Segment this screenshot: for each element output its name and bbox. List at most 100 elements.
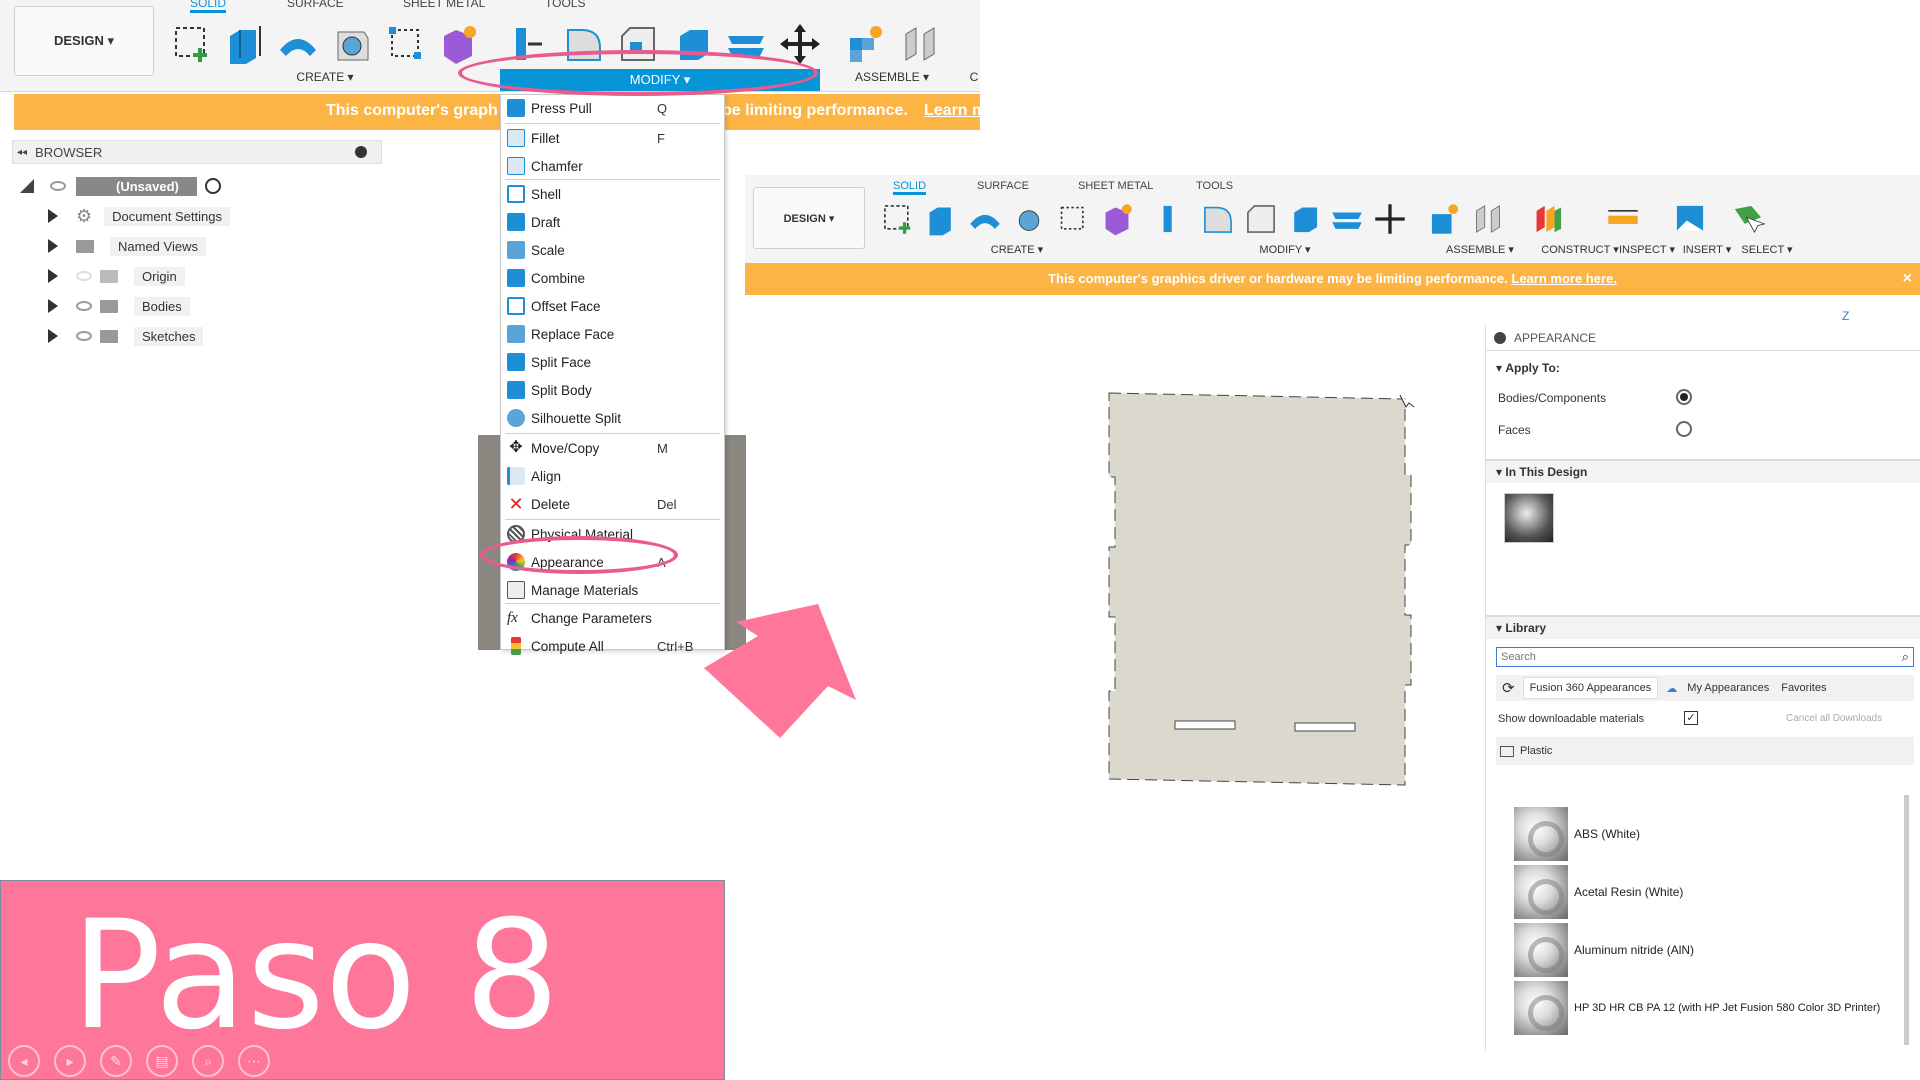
browser-minimize-icon[interactable]	[355, 146, 367, 158]
tab-my-appearances[interactable]: My Appearances	[1681, 678, 1775, 698]
cancel-downloads-link[interactable]: Cancel all Downloads	[1786, 713, 1882, 724]
extrude-icon[interactable]	[923, 201, 959, 237]
menu-item-move-copy[interactable]: ✥ Move/Copy M	[507, 435, 719, 461]
expand-triangle-icon[interactable]	[48, 209, 58, 223]
expand-triangle-icon[interactable]	[48, 269, 58, 283]
tab-favorites[interactable]: Favorites	[1775, 678, 1832, 698]
select-group-label[interactable]: SELECT ▾	[1727, 243, 1807, 256]
expand-triangle-icon[interactable]	[48, 329, 58, 343]
tab-solid[interactable]: SOLID	[190, 0, 227, 13]
radio-bodies-components[interactable]	[1676, 389, 1692, 405]
create-sketch-icon[interactable]	[170, 22, 214, 66]
assemble-group-label[interactable]: ASSEMBLE ▾	[1435, 243, 1525, 256]
apply-to-header[interactable]: ▾ Apply To:	[1486, 357, 1920, 379]
visibility-eye-icon[interactable]	[76, 331, 92, 341]
tab-surface[interactable]: SURFACE	[977, 180, 1029, 192]
tab-sheet-metal[interactable]: SHEET METAL	[1078, 180, 1153, 192]
radio-faces[interactable]	[1676, 421, 1692, 437]
material-row-abs[interactable]: ABS (White)	[1514, 806, 1894, 862]
menu-item-manage-materials[interactable]: Manage Materials	[507, 577, 719, 603]
show-downloadable-checkbox[interactable]: ✓	[1684, 711, 1698, 725]
design-button[interactable]: DESIGN ▾	[753, 187, 865, 249]
search-icon[interactable]: ⌕	[1902, 649, 1909, 665]
menu-item-change-parameters[interactable]: fx Change Parameters	[507, 605, 719, 631]
collapse-icon[interactable]: ◂◂	[17, 147, 27, 158]
close-icon[interactable]: ×	[1903, 263, 1912, 295]
form-icon[interactable]	[436, 22, 480, 66]
press-pull-icon[interactable]	[1157, 201, 1193, 237]
material-row-hp-pa12[interactable]: HP 3D HR CB PA 12 (with HP Jet Fusion 58…	[1514, 980, 1914, 1036]
joint-icon[interactable]	[1470, 201, 1506, 237]
material-row-acetal[interactable]: Acetal Resin (White)	[1514, 864, 1894, 920]
select-icon[interactable]	[1730, 201, 1766, 237]
nav-previous-icon[interactable]: ◂	[8, 1045, 40, 1077]
visibility-eye-icon[interactable]	[76, 301, 92, 311]
expanded-triangle-icon[interactable]	[20, 179, 34, 193]
menu-item-split-face[interactable]: Split Face	[507, 349, 719, 375]
library-scrollbar[interactable]	[1904, 795, 1909, 1045]
shell-icon[interactable]	[1286, 201, 1322, 237]
draft-icon[interactable]	[1329, 201, 1365, 237]
refresh-icon[interactable]: ⟳	[1502, 679, 1515, 697]
sweep-icon[interactable]	[330, 22, 374, 66]
menu-item-shell[interactable]: Shell	[507, 181, 719, 207]
joint-icon[interactable]	[898, 22, 942, 66]
pen-icon[interactable]: ✎	[100, 1045, 132, 1077]
library-header[interactable]: ▾ Library	[1486, 617, 1920, 639]
tree-row-named-views[interactable]: Named Views	[48, 234, 206, 258]
menu-item-chamfer[interactable]: Chamfer	[507, 153, 719, 179]
design-appearance-swatch[interactable]	[1504, 493, 1554, 543]
tree-row-bodies[interactable]: Bodies	[48, 294, 190, 318]
library-search-input[interactable]	[1497, 648, 1877, 666]
material-row-aluminum-nitride[interactable]: Aluminum nitride (AlN)	[1514, 922, 1894, 978]
fillet-icon[interactable]	[1200, 201, 1236, 237]
in-design-header[interactable]: ▾ In This Design	[1486, 461, 1920, 483]
menu-item-combine[interactable]: Combine	[507, 265, 719, 291]
tree-row-root[interactable]: (Unsaved)	[20, 174, 221, 198]
library-search-box[interactable]: ⌕	[1496, 647, 1914, 667]
new-component-icon[interactable]	[1427, 201, 1463, 237]
slides-icon[interactable]: ▤	[146, 1045, 178, 1077]
new-component-icon[interactable]	[844, 22, 888, 66]
move-icon[interactable]	[1372, 201, 1408, 237]
hidden-eye-icon[interactable]	[76, 271, 92, 281]
assemble-group-label[interactable]: ASSEMBLE ▾	[832, 70, 952, 84]
menu-item-align[interactable]: Align	[507, 463, 719, 489]
menu-item-offset-face[interactable]: Offset Face	[507, 293, 719, 319]
create-group-label[interactable]: CREATE ▾	[977, 243, 1057, 256]
menu-item-delete[interactable]: ✕ Delete Del	[507, 491, 719, 517]
menu-item-scale[interactable]: Scale	[507, 237, 719, 263]
warning-learn-more-link[interactable]: Learn more here.	[1511, 271, 1617, 286]
construct-plane-icon[interactable]	[1530, 201, 1566, 237]
tab-surface[interactable]: SURFACE	[287, 0, 344, 10]
tab-tools[interactable]: TOOLS	[1196, 180, 1233, 192]
menu-item-compute-all[interactable]: Compute All Ctrl+B	[507, 633, 719, 659]
rib-icon[interactable]	[1055, 201, 1091, 237]
tab-tools[interactable]: TOOLS	[545, 0, 585, 10]
nav-next-icon[interactable]: ▸	[54, 1045, 86, 1077]
rib-icon[interactable]	[384, 22, 428, 66]
modify-group-label[interactable]: MODIFY ▾	[1245, 243, 1325, 256]
menu-item-draft[interactable]: Draft	[507, 209, 719, 235]
menu-item-fillet[interactable]: Fillet F	[507, 125, 719, 151]
tab-sheet-metal[interactable]: SHEET METAL	[403, 0, 485, 10]
menu-item-split-body[interactable]: Split Body	[507, 377, 719, 403]
design-button[interactable]: DESIGN ▾	[14, 6, 154, 76]
expand-triangle-icon[interactable]	[48, 239, 58, 253]
form-icon[interactable]	[1099, 201, 1135, 237]
visibility-eye-icon[interactable]	[50, 181, 66, 191]
tree-row-sketches[interactable]: Sketches	[48, 324, 204, 348]
revolve-icon[interactable]	[967, 201, 1003, 237]
extrude-icon[interactable]	[222, 22, 266, 66]
zoom-icon[interactable]: ⌕	[192, 1045, 224, 1077]
revolve-icon[interactable]	[276, 22, 320, 66]
create-sketch-icon[interactable]	[880, 201, 916, 237]
warning-learn-more-link[interactable]: Learn m	[924, 102, 980, 120]
more-options-icon[interactable]: ⋯	[238, 1045, 270, 1077]
construct-group-label-partial[interactable]: C	[968, 70, 980, 84]
measure-icon[interactable]	[1605, 201, 1641, 237]
tree-row-document-settings[interactable]: ⚙ Document Settings	[48, 204, 230, 228]
plastic-folder-row[interactable]: Plastic	[1496, 737, 1914, 765]
tree-row-origin[interactable]: Origin	[48, 264, 185, 288]
menu-item-replace-face[interactable]: Replace Face	[507, 321, 719, 347]
